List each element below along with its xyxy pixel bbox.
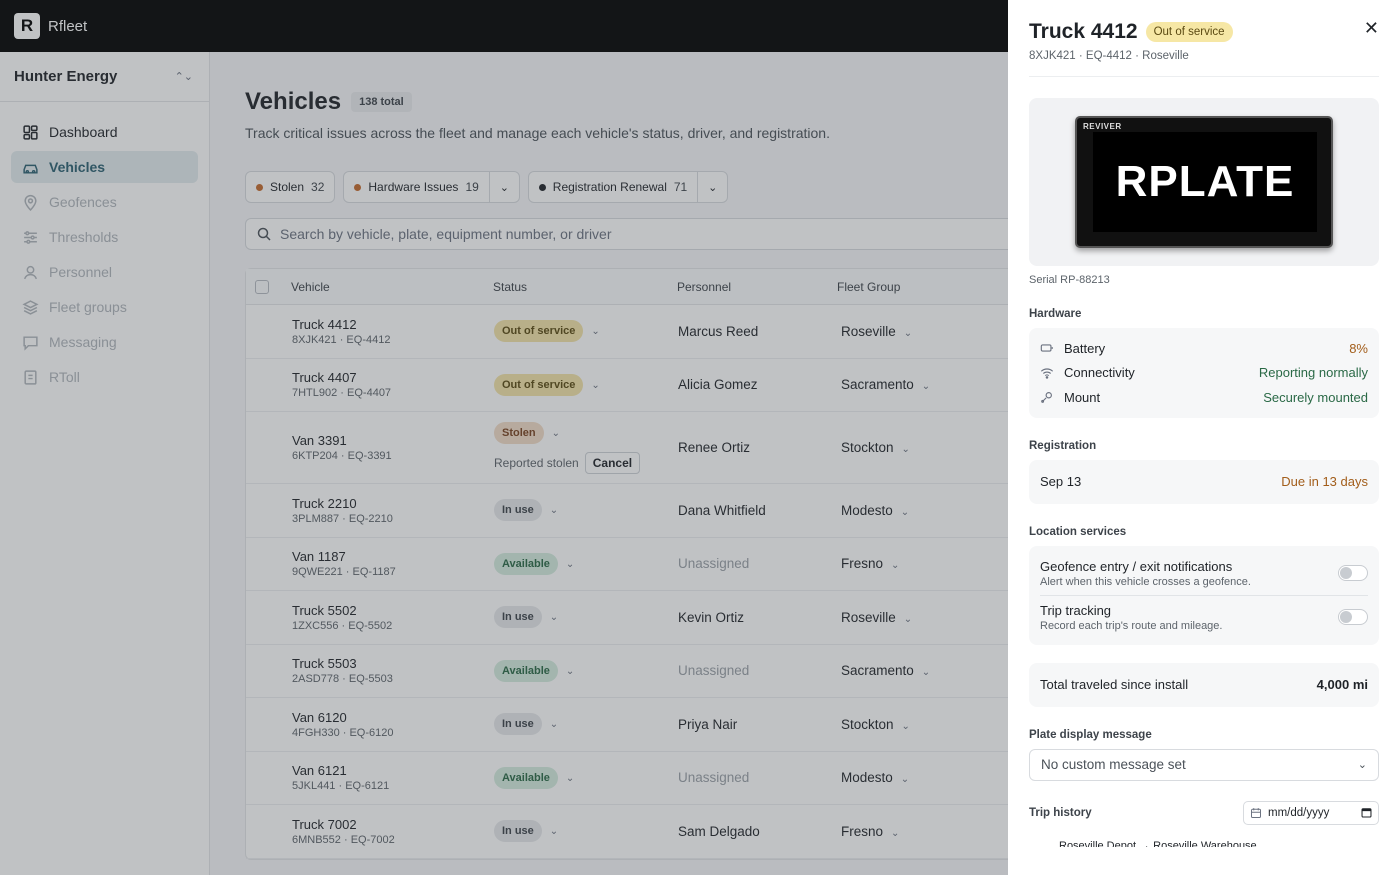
geofence-toggle-title: Geofence entry / exit notifications [1040,558,1233,574]
geofence-notifications-toggle[interactable] [1338,565,1368,581]
panel-subtitle: 8XJK421 · EQ-4412 · Roseville [1029,50,1379,77]
plate-message-select[interactable]: No custom message set ⌄ [1029,748,1379,781]
battery-value: 8% [1349,340,1368,356]
mount-icon [1041,392,1052,404]
plate-message-value: No custom message set [1041,757,1186,772]
location-services-card: Geofence entry / exit notifications Aler… [1029,545,1379,645]
location-services-label: Location services [1029,525,1127,538]
digital-plate: REVIVER RPLATE [1075,116,1333,248]
hardware-label-mount: Mount [1064,389,1101,405]
connectivity-value: Reporting normally [1258,365,1368,381]
mount-value: Securely mounted [1263,389,1368,405]
hardware-label-connectivity: Connectivity [1064,365,1135,381]
calendar-picker-icon[interactable] [1361,807,1372,818]
battery-icon [1040,344,1053,352]
registration-due: Due in 13 days [1281,474,1368,489]
trip-history-label: Trip history [1029,806,1092,819]
trip-date-input[interactable]: mm/dd/yyyy [1243,800,1379,825]
registration-card: Sep 13 Due in 13 days [1029,459,1379,504]
total-traveled-value: 4,000 mi [1316,677,1368,692]
trip-tracking-toggle[interactable] [1338,609,1368,625]
hardware-card: Battery 8% Connectivity Reporting normal… [1029,328,1379,418]
plate-message-label: Plate display message [1029,728,1152,741]
serial-number: Serial RP-88213 [1029,274,1110,286]
panel-title: Truck 4412 [1029,20,1138,43]
status-badge: Out of service [1145,22,1233,42]
plate-screen: RPLATE [1093,132,1317,232]
hardware-label-battery: Battery [1064,340,1106,356]
registration-date: Sep 13 [1040,474,1082,489]
date-placeholder: mm/dd/yyyy [1268,806,1330,819]
chevron-down-icon: ⌄ [1357,759,1367,771]
plate-preview: REVIVER RPLATE [1029,98,1379,266]
registration-label: Registration [1029,439,1097,452]
trip-tracking-title: Trip tracking [1040,602,1112,618]
modal-backdrop[interactable] [0,0,1008,875]
total-traveled-label: Total traveled since install [1040,677,1189,692]
trip-tracking-desc: Record each trip's route and mileage. [1040,619,1223,632]
total-traveled-card: Total traveled since install 4,000 mi [1029,662,1379,707]
wifi-icon [1040,368,1054,379]
geofence-toggle-desc: Alert when this vehicle crosses a geofen… [1040,575,1251,588]
plate-brand: REVIVER [1083,122,1122,131]
close-icon[interactable]: ✕ [1364,18,1379,39]
trip-history-item[interactable]: Roseville Depot → Roseville Warehouse [1029,837,1379,847]
vehicle-detail-panel: Truck 4412 Out of service ✕ 8XJK421 · EQ… [1008,0,1400,875]
calendar-icon [1251,807,1261,818]
hardware-label: Hardware [1029,308,1082,320]
